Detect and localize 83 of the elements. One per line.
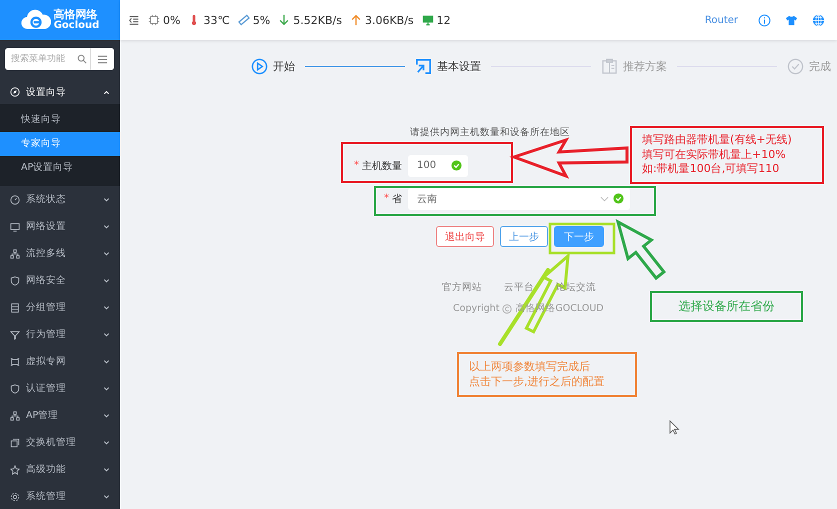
chevron-icon: [103, 466, 110, 473]
menu-item[interactable]: 系统管理: [0, 483, 120, 509]
highlight-frame: [548, 222, 616, 254]
brand-name: 高恪网络: [54, 8, 98, 21]
copyright-label: Copyright: [453, 303, 500, 314]
chevron-icon: [103, 304, 110, 311]
menu-item[interactable]: AP管理: [0, 402, 120, 429]
chevron-icon: [600, 196, 609, 202]
menu-item[interactable]: 网络安全: [0, 267, 120, 294]
menu-item[interactable]: 虚拟专网: [0, 348, 120, 375]
chevron-icon: [103, 358, 110, 365]
list-icon: [97, 54, 108, 64]
menu-list-button[interactable]: [90, 48, 114, 70]
stat-value: 5%: [252, 14, 270, 26]
menu-item[interactable]: 分组管理: [0, 294, 120, 321]
search-icon[interactable]: [77, 54, 87, 64]
step-label: 基本设置: [437, 58, 481, 74]
annotation-text: 选择设备所在省份: [678, 298, 774, 315]
chevron-icon: [103, 385, 110, 392]
copyright-icon: [502, 304, 512, 314]
chevron-icon: [103, 277, 110, 284]
annotation-text: 如:带机量100台,可填写110: [642, 162, 780, 178]
list-icon: [10, 302, 20, 312]
hierarchy-icon: [10, 410, 20, 420]
network-icon: [10, 248, 20, 258]
globe-icon[interactable]: [812, 14, 825, 26]
chevron-icon: [103, 196, 110, 203]
step-label: 开始: [273, 58, 295, 74]
menu-item[interactable]: 认证管理: [0, 375, 120, 402]
submenu-item[interactable]: AP设置向导: [0, 156, 120, 180]
arrow: [616, 219, 666, 280]
menu-item[interactable]: 行为管理: [0, 321, 120, 348]
shield-icon: [10, 276, 20, 286]
annotation-text: 填写可在实际带机量上+10%: [642, 148, 787, 162]
menu-item[interactable]: 系统状态: [0, 186, 120, 213]
chevron-icon: [103, 250, 110, 257]
chevron-icon: [103, 223, 110, 230]
chevron-icon: [103, 331, 110, 338]
monitor-icon: [10, 222, 20, 232]
annotation-text: 点击下一步,进行之后的配置: [469, 374, 606, 390]
gauge-icon: [10, 194, 20, 204]
shirt-icon[interactable]: [785, 14, 798, 26]
up-arrow-icon: [350, 14, 362, 26]
required-mark: *: [384, 193, 389, 204]
submenu-item[interactable]: 快速向导: [0, 108, 120, 132]
field-label: 省: [392, 192, 402, 206]
annotation-text: 填写路由器带机量(有线+无线): [642, 132, 793, 148]
field-label: 主机数量: [362, 160, 402, 172]
chevron-icon: [103, 439, 110, 446]
menu-item[interactable]: 流控多线: [0, 240, 120, 267]
chevron-icon: [103, 412, 110, 419]
brackets-icon: [10, 356, 20, 366]
info-icon[interactable]: [758, 14, 771, 26]
menu-icon[interactable]: [128, 14, 140, 26]
required-mark: *: [354, 160, 359, 171]
monitor-icon: [422, 14, 434, 26]
chevron-icon: [103, 493, 110, 500]
cloud-logo-icon: [20, 8, 51, 32]
annotation-text: 以上两项参数填写完成后: [469, 360, 591, 374]
stat-value: 3.06KB/s: [364, 14, 414, 26]
down-arrow-icon: [278, 14, 290, 26]
step-label: 完成: [809, 58, 831, 74]
stat-value: 0%: [163, 14, 180, 26]
stat-value: 33℃: [203, 14, 230, 26]
step-label: 推荐方案: [623, 58, 667, 74]
brand-subtitle: Gocloud: [54, 20, 100, 32]
chevron-icon: [103, 88, 110, 96]
cursor-icon: [670, 420, 680, 435]
memory-icon: [238, 14, 250, 26]
menu-item[interactable]: 交换机管理: [0, 429, 120, 456]
exit-button[interactable]: 退出向导: [436, 226, 494, 247]
host-count-field[interactable]: 100: [408, 154, 468, 176]
compass-icon: [10, 87, 20, 97]
chip-icon: [148, 14, 160, 26]
menu-item[interactable]: 高级功能: [0, 456, 120, 483]
menu-item[interactable]: 设置向导: [0, 80, 120, 104]
shield-check-icon: [10, 384, 20, 394]
stat-value: 5.52KB/s: [293, 14, 342, 26]
window-icon: [10, 438, 20, 448]
province-select[interactable]: 云南: [408, 188, 630, 210]
stat-value: 12: [436, 14, 451, 26]
menu-item[interactable]: 网络设置: [0, 213, 120, 240]
funnel-icon: [10, 330, 20, 340]
